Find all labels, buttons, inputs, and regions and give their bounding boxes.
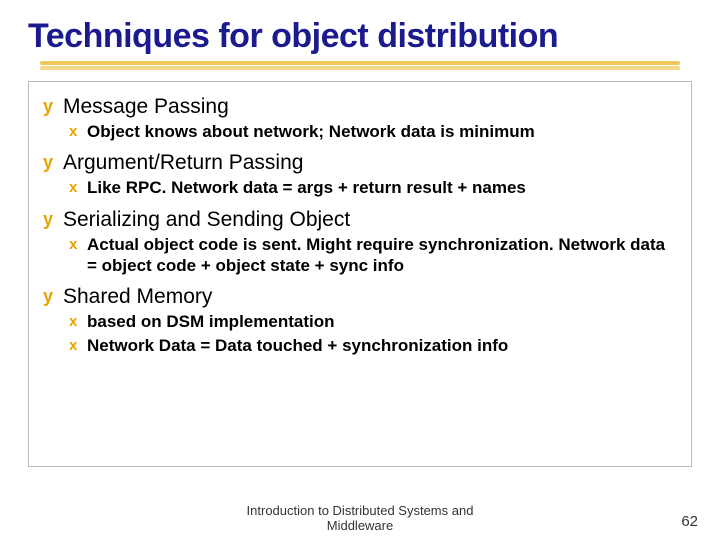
- bullet-x-icon: x: [69, 236, 87, 255]
- bullet-x-icon: x: [69, 313, 87, 332]
- title-underline: [28, 61, 692, 71]
- list-subitem-label: Object knows about network; Network data…: [87, 121, 535, 142]
- bullet-y-icon: y: [43, 286, 63, 308]
- footer-line-2: Middleware: [0, 518, 720, 534]
- list-item: y Serializing and Sending Object: [43, 207, 679, 232]
- list-subitem-label: Network Data = Data touched + synchroniz…: [87, 335, 508, 356]
- list-subitem: x Object knows about network; Network da…: [69, 121, 679, 142]
- list-item-label: Message Passing: [63, 94, 229, 119]
- list-item: y Argument/Return Passing: [43, 150, 679, 175]
- list-item: y Message Passing: [43, 94, 679, 119]
- list-subitem-label: Like RPC. Network data = args + return r…: [87, 177, 526, 198]
- list-subitem-label: based on DSM implementation: [87, 311, 334, 332]
- list-item-label: Argument/Return Passing: [63, 150, 303, 175]
- list-subitem: x Network Data = Data touched + synchron…: [69, 335, 679, 356]
- page-number: 62: [681, 513, 698, 530]
- list-subitem: x Actual object code is sent. Might requ…: [69, 234, 679, 277]
- bullet-y-icon: y: [43, 152, 63, 174]
- list-item-label: Shared Memory: [63, 284, 212, 309]
- list-subitem: x Like RPC. Network data = args + return…: [69, 177, 679, 198]
- bullet-y-icon: y: [43, 209, 63, 231]
- footer-line-1: Introduction to Distributed Systems and: [0, 503, 720, 519]
- content-box: y Message Passing x Object knows about n…: [28, 81, 692, 467]
- bullet-x-icon: x: [69, 337, 87, 356]
- slide-title: Techniques for object distribution: [28, 18, 692, 55]
- bullet-x-icon: x: [69, 123, 87, 142]
- list-subitem-label: Actual object code is sent. Might requir…: [87, 234, 679, 277]
- footer: Introduction to Distributed Systems and …: [0, 503, 720, 534]
- list-subitem: x based on DSM implementation: [69, 311, 679, 332]
- list-item-label: Serializing and Sending Object: [63, 207, 350, 232]
- slide: Techniques for object distribution y Mes…: [0, 0, 720, 540]
- list-item: y Shared Memory: [43, 284, 679, 309]
- bullet-x-icon: x: [69, 179, 87, 198]
- bullet-y-icon: y: [43, 96, 63, 118]
